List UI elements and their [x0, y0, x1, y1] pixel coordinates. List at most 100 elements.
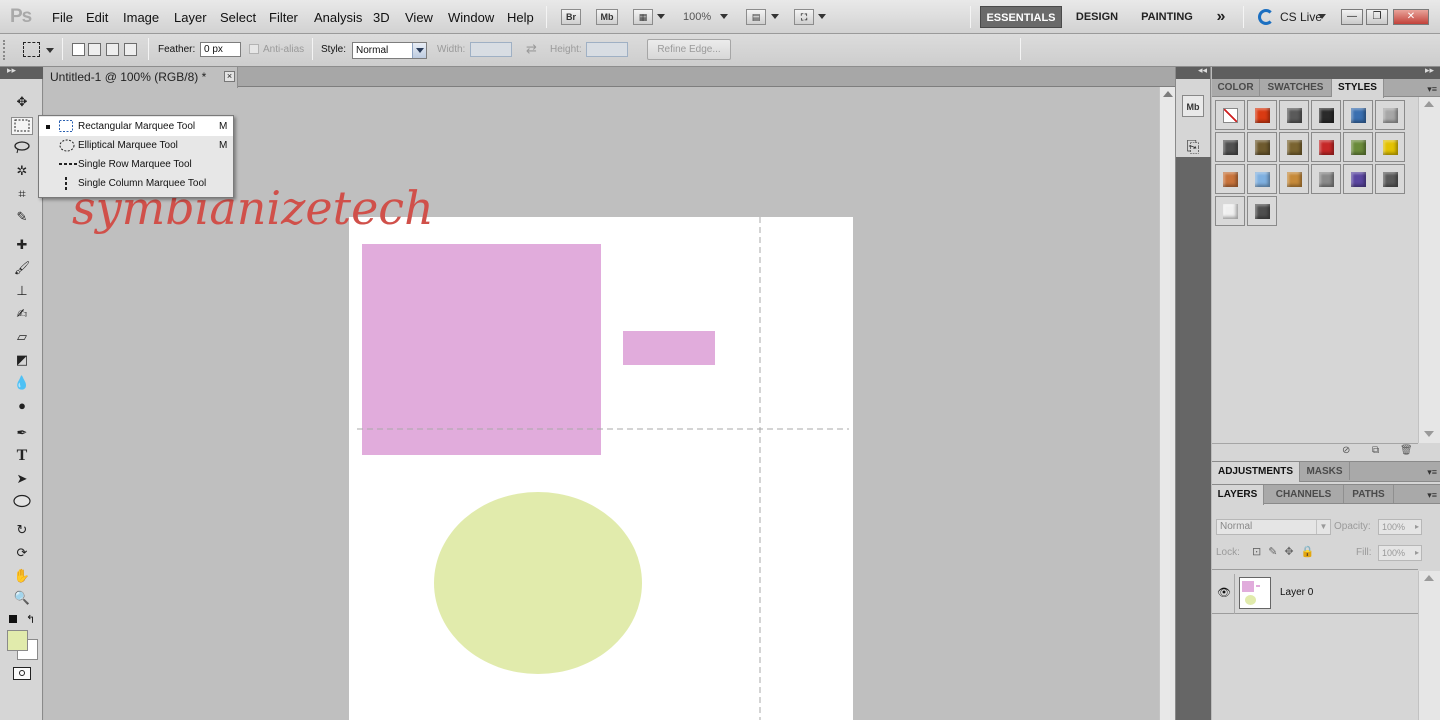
screen-mode-icon[interactable]: ⛶	[794, 9, 814, 25]
menu-layer[interactable]: Layer	[174, 10, 207, 25]
flyout-item-elliptical-marquee[interactable]: Elliptical Marquee Tool M	[39, 136, 233, 155]
scroll-up-icon[interactable]	[1163, 91, 1173, 97]
right-panels-header[interactable]: ▸▸	[1212, 67, 1440, 79]
scroll-up-icon[interactable]	[1424, 575, 1434, 581]
style-select[interactable]: Normal	[352, 42, 427, 59]
paint-bucket-tool-icon[interactable]: ◩	[11, 351, 33, 369]
visibility-eye-icon[interactable]: 👁	[1217, 586, 1231, 599]
style-swatch[interactable]	[1279, 164, 1309, 194]
fill-input[interactable]: 100% ▸	[1378, 545, 1422, 561]
style-swatch[interactable]	[1247, 164, 1277, 194]
chevron-down-icon[interactable]	[46, 48, 54, 53]
flyout-item-single-row-marquee[interactable]: Single Row Marquee Tool	[39, 155, 233, 174]
style-swatch[interactable]	[1279, 100, 1309, 130]
dodge-tool-icon[interactable]: ●	[11, 397, 33, 415]
style-swatch[interactable]	[1311, 164, 1341, 194]
chevron-down-icon[interactable]	[720, 14, 728, 19]
style-swatch[interactable]	[1247, 196, 1277, 226]
close-button[interactable]: ✕	[1393, 9, 1429, 25]
hand-tool-icon[interactable]: ✋	[11, 567, 33, 585]
expand-icon[interactable]: ▸▸	[7, 65, 16, 76]
spot-healing-tool-icon[interactable]: ✚	[11, 236, 33, 254]
refine-edge-button[interactable]: Refine Edge...	[647, 39, 731, 60]
type-tool-icon[interactable]: T	[11, 447, 33, 465]
feather-input[interactable]: 0 px	[200, 42, 241, 57]
menu-help[interactable]: Help	[507, 10, 534, 25]
chevron-down-icon[interactable]: ▼	[1316, 520, 1330, 534]
marquee-tool-icon[interactable]	[11, 117, 33, 135]
tab-styles[interactable]: STYLES	[1332, 79, 1384, 98]
3d-orbit-tool-icon[interactable]: ⟳	[11, 544, 33, 562]
trash-icon[interactable]: 🗑	[1400, 445, 1413, 456]
add-to-selection-icon[interactable]	[88, 43, 101, 56]
style-swatch[interactable]	[1247, 100, 1277, 130]
more-workspaces-icon[interactable]: »	[1209, 6, 1233, 28]
blur-tool-icon[interactable]: 💧	[11, 374, 33, 392]
style-swatch[interactable]	[1375, 132, 1405, 162]
path-selection-tool-icon[interactable]: ➤	[11, 470, 33, 488]
style-swatch[interactable]	[1215, 196, 1245, 226]
lock-icons[interactable]: ⊡✎✥🔒	[1252, 545, 1321, 558]
tab-layers[interactable]: LAYERS	[1212, 485, 1264, 505]
style-swatch[interactable]	[1215, 164, 1245, 194]
swap-icon[interactable]: ⇄	[526, 41, 537, 57]
panel-menu-icon[interactable]: ▾≡	[1427, 84, 1437, 95]
style-swatch[interactable]	[1343, 164, 1373, 194]
layers-scrollbar[interactable]	[1418, 571, 1440, 720]
tab-paths[interactable]: PATHS	[1344, 485, 1394, 503]
menu-filter[interactable]: Filter	[269, 10, 298, 25]
menu-window[interactable]: Window	[448, 10, 494, 25]
style-swatch[interactable]	[1343, 100, 1373, 130]
bridge-button[interactable]: Br	[561, 9, 581, 25]
new-style-icon[interactable]: ⧉	[1372, 445, 1379, 456]
styles-scrollbar[interactable]	[1418, 97, 1440, 443]
default-colors-icon[interactable]	[9, 615, 17, 623]
layer-row[interactable]: 👁 Layer 0	[1212, 574, 1418, 614]
zoom-level[interactable]: 100%	[683, 11, 711, 23]
menu-analysis[interactable]: Analysis	[314, 10, 362, 25]
restore-button[interactable]: ❐	[1366, 9, 1388, 25]
menu-select[interactable]: Select	[220, 10, 256, 25]
grip-icon[interactable]	[3, 40, 7, 60]
3d-rotate-tool-icon[interactable]: ↻	[11, 521, 33, 539]
width-input[interactable]	[470, 42, 512, 57]
crop-tool-icon[interactable]: ⌗	[11, 185, 33, 203]
opacity-input[interactable]: 100% ▸	[1378, 519, 1422, 535]
extras-icon[interactable]: ▦	[633, 9, 653, 25]
zoom-tool-icon[interactable]: 🔍	[11, 589, 33, 607]
foreground-color-swatch[interactable]	[7, 630, 28, 651]
arrange-documents-icon[interactable]: ▤	[746, 9, 766, 25]
style-swatch[interactable]	[1311, 100, 1341, 130]
tab-adjustments[interactable]: ADJUSTMENTS	[1212, 462, 1300, 482]
blend-mode-select[interactable]: Normal ▼	[1216, 519, 1331, 535]
history-icon[interactable]: ⎘	[1182, 137, 1204, 159]
rectangular-marquee-icon[interactable]	[23, 42, 40, 57]
ellipse-tool-icon[interactable]	[11, 493, 33, 511]
menu-edit[interactable]: Edit	[86, 10, 108, 25]
tab-channels[interactable]: CHANNELS	[1264, 485, 1344, 503]
scroll-up-icon[interactable]	[1424, 101, 1434, 107]
cs-live-icon[interactable]	[1258, 9, 1274, 25]
dock-header[interactable]: ◂◂	[1176, 67, 1210, 79]
height-input[interactable]	[586, 42, 628, 57]
move-tool-icon[interactable]: ✥	[11, 93, 33, 111]
mini-bridge-icon[interactable]: Mb	[1182, 95, 1204, 117]
workspace-essentials[interactable]: ESSENTIALS	[980, 6, 1062, 28]
tab-masks[interactable]: MASKS	[1300, 462, 1350, 480]
canvas[interactable]	[349, 217, 853, 720]
tab-color[interactable]: COLOR	[1212, 79, 1260, 97]
style-swatch[interactable]	[1343, 132, 1373, 162]
chevron-down-icon[interactable]	[771, 14, 779, 19]
tab-swatches[interactable]: SWATCHES	[1260, 79, 1332, 97]
history-brush-tool-icon[interactable]: ✍	[11, 305, 33, 323]
clear-style-icon[interactable]: ⊘	[1342, 445, 1350, 456]
chevron-down-icon[interactable]	[412, 43, 426, 58]
layer-name[interactable]: Layer 0	[1280, 587, 1313, 598]
style-swatch[interactable]	[1375, 164, 1405, 194]
collapse-icon[interactable]: ▸▸	[1425, 65, 1434, 76]
flyout-item-rectangular-marquee[interactable]: Rectangular Marquee Tool M	[39, 117, 233, 136]
menu-view[interactable]: View	[405, 10, 433, 25]
swap-colors-icon[interactable]: ↰	[26, 613, 35, 626]
close-icon[interactable]: ×	[224, 71, 235, 82]
menu-file[interactable]: File	[52, 10, 73, 25]
